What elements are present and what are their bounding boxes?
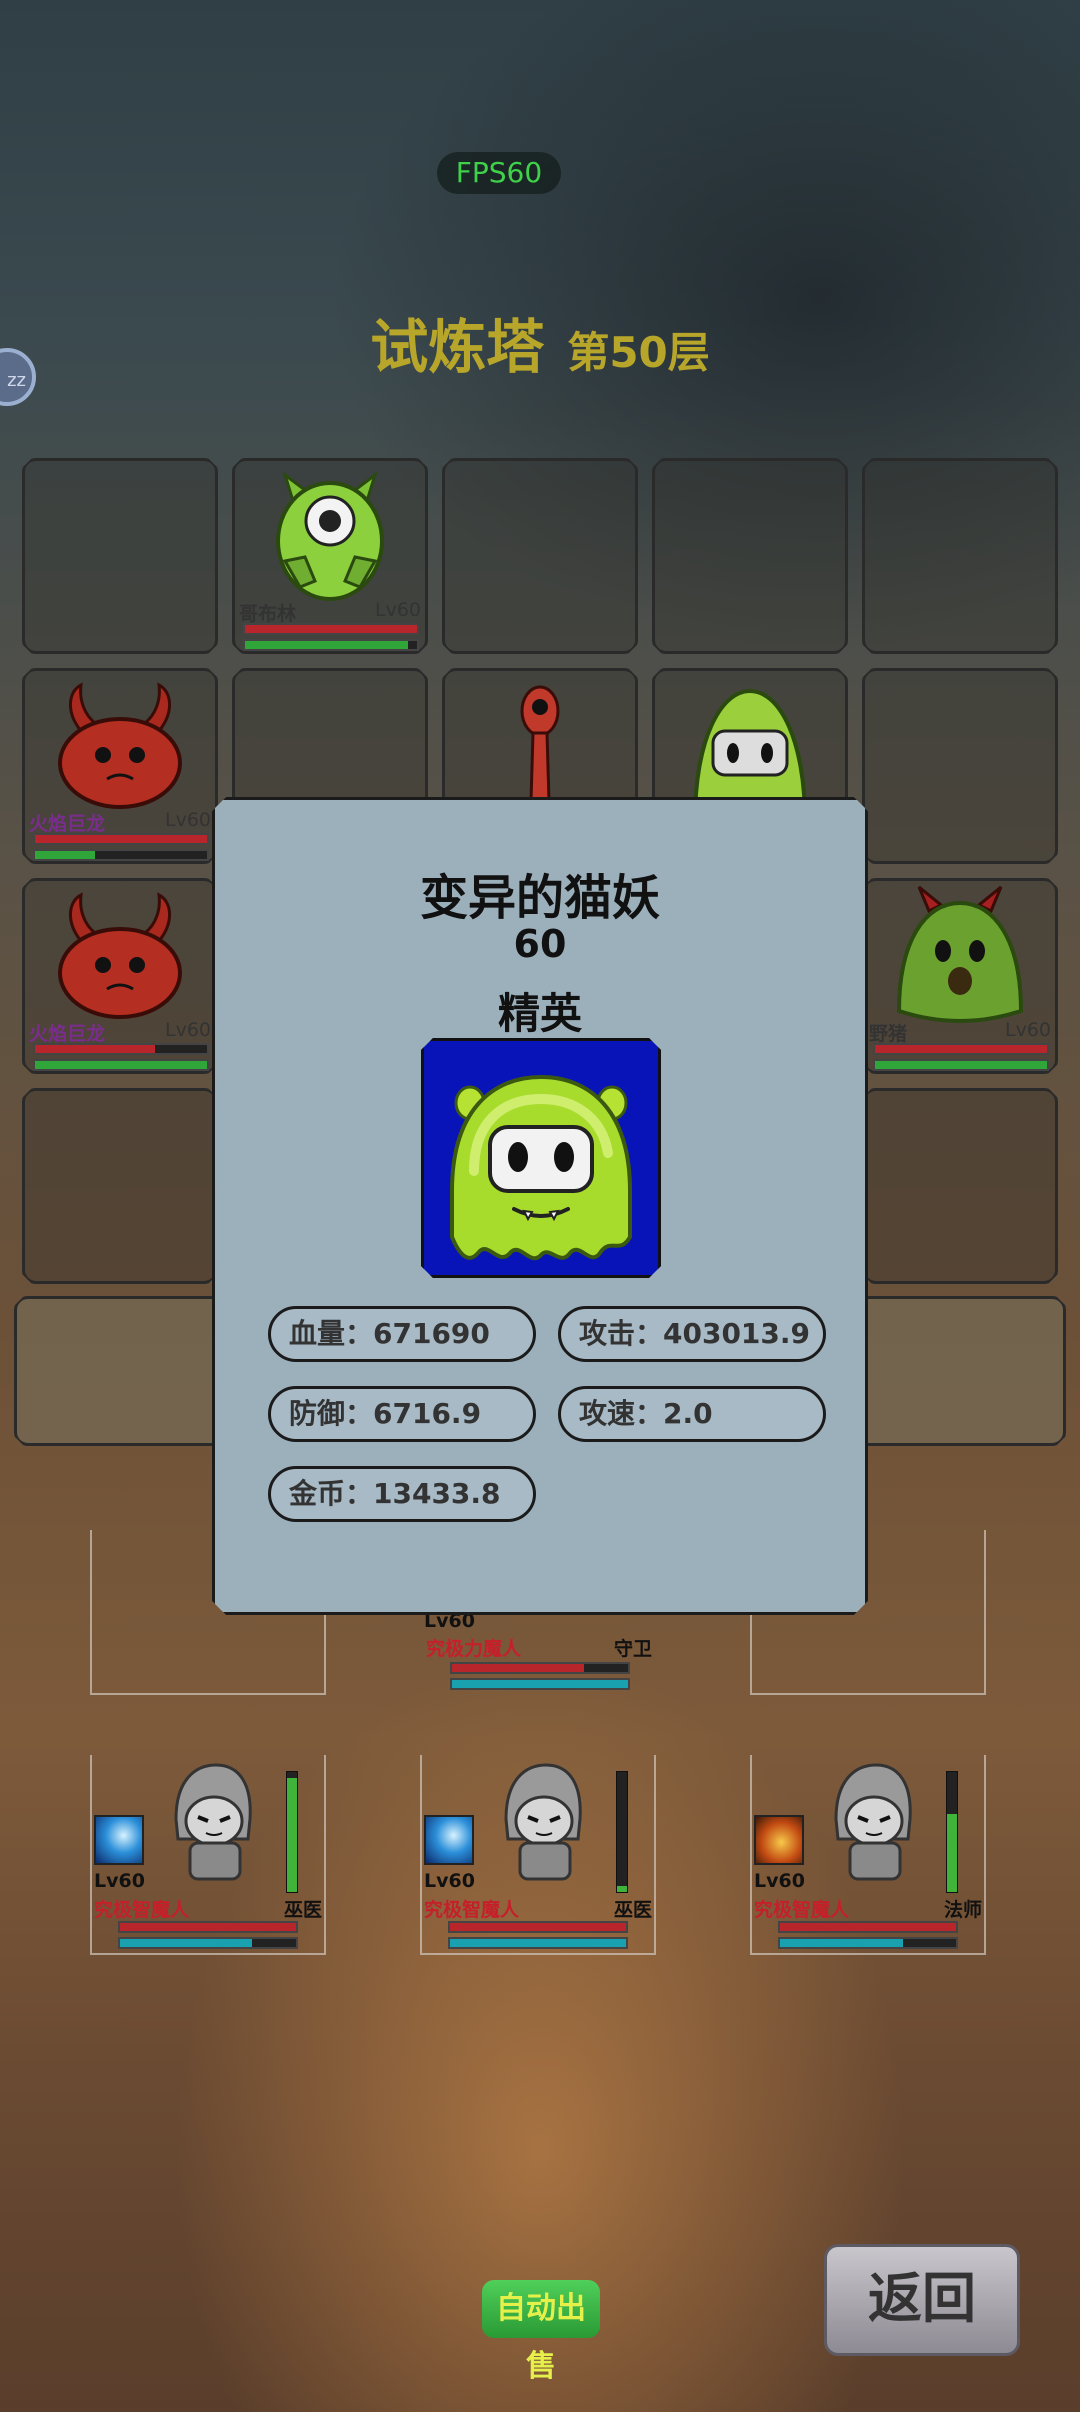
slime-monster-icon <box>424 1041 658 1275</box>
auto-sell-button[interactable]: 自动出售 <box>482 2280 600 2384</box>
hero-sprite-icon <box>816 1759 926 1893</box>
monster-name-label: 野猪 <box>869 1023 908 1045</box>
monster-energy-bar <box>33 849 209 861</box>
monster-energy-bar <box>243 639 419 651</box>
monster-sprite-icon <box>885 881 1035 1035</box>
hero-hp-bar <box>778 1921 958 1933</box>
monster-energy-bar <box>33 1059 209 1071</box>
monster-name-label: 火焰巨龙 <box>29 813 106 835</box>
monster-energy-bar <box>873 1059 1049 1071</box>
floor-label: 第50层 <box>567 328 710 377</box>
hero-sprite-icon <box>156 1759 266 1893</box>
monster-hp-bar <box>873 1043 1049 1055</box>
monster-level-label: Lv60 <box>164 809 211 831</box>
hero-energy-bar <box>286 1771 298 1893</box>
hero-energy-bar <box>946 1771 958 1893</box>
monster-hp-bar <box>33 1043 209 1055</box>
grid-cell[interactable] <box>862 1088 1058 1284</box>
monster-level-label: Lv60 <box>164 1019 211 1041</box>
hero-name: 究极力魔人 <box>426 1638 522 1660</box>
fps-counter: FPS60 <box>437 152 561 194</box>
hero-hp-bar <box>118 1921 298 1933</box>
hero-level: Lv60 <box>754 1870 805 1892</box>
monster-sprite-icon <box>45 671 195 825</box>
grid-cell[interactable]: 哥布林 Lv60 <box>232 458 428 654</box>
monster-info-popup[interactable]: 变异的猫妖 60 精英 血量：671690 攻击：403013.9 防御：671… <box>212 797 868 1615</box>
stat-attack: 攻击：403013.9 <box>558 1306 826 1362</box>
hero-hp-bar <box>450 1662 630 1674</box>
hero-role: 法师 <box>944 1899 983 1921</box>
monster-level-label: Lv60 <box>374 599 421 621</box>
monster-rank: 精英 <box>497 989 582 1038</box>
grid-cell[interactable] <box>862 458 1058 654</box>
grid-cell[interactable]: 火焰巨龙 Lv60 <box>22 668 218 864</box>
hero-role: 守卫 <box>614 1638 653 1660</box>
monster-portrait <box>421 1038 661 1278</box>
back-button[interactable]: 返回 <box>824 2244 1020 2356</box>
monster-name-label: 哥布林 <box>239 603 297 625</box>
hero-level: Lv60 <box>424 1870 475 1892</box>
hero-name: 究极智魔人 <box>754 1899 850 1921</box>
grid-cell[interactable]: 野猪 Lv60 <box>862 878 1058 1074</box>
grid-cell[interactable] <box>862 668 1058 864</box>
stat-defense: 防御：6716.9 <box>268 1386 536 1442</box>
hero-role: 巫医 <box>614 1899 653 1921</box>
monster-sprite-icon <box>255 461 405 615</box>
hero-card[interactable]: Lv60 究极智魔人 巫医 <box>420 1755 660 1955</box>
hero-name: 究极智魔人 <box>424 1899 520 1921</box>
fire-skill-icon[interactable] <box>754 1815 804 1865</box>
hero-role: 巫医 <box>284 1899 323 1921</box>
hero-name: 究极智魔人 <box>94 1899 190 1921</box>
hero-card[interactable]: Lv60 究极智魔人 巫医 <box>90 1755 330 1955</box>
stat-attack-speed: 攻速：2.0 <box>558 1386 826 1442</box>
monster-name: 变异的猫妖 <box>419 870 660 926</box>
stat-hp: 血量：671690 <box>268 1306 536 1362</box>
hero-mana-bar <box>778 1937 958 1949</box>
monster-sprite-icon <box>45 881 195 1035</box>
hero-sprite-icon <box>486 1759 596 1893</box>
hero-mana-bar <box>118 1937 298 1949</box>
grid-cell[interactable] <box>652 458 848 654</box>
hero-mana-bar <box>448 1937 628 1949</box>
hero-hp-bar <box>448 1921 628 1933</box>
monster-hp-bar <box>33 833 209 845</box>
monster-hp-bar <box>243 623 419 635</box>
stat-gold: 金币：13433.8 <box>268 1466 536 1522</box>
hero-mana-bar <box>450 1678 630 1690</box>
ice-skill-icon[interactable] <box>94 1815 144 1865</box>
hero-level: Lv60 <box>94 1870 145 1892</box>
grid-cell[interactable]: 火焰巨龙 Lv60 <box>22 878 218 1074</box>
hero-energy-bar <box>616 1771 628 1893</box>
grid-cell[interactable] <box>22 1088 218 1284</box>
monster-level-label: Lv60 <box>1004 1019 1051 1041</box>
page-title: 试炼塔 第50层 <box>0 300 1080 384</box>
tower-name: 试炼塔 <box>370 313 545 381</box>
hero-card[interactable]: Lv60 究极智魔人 法师 <box>750 1755 990 1955</box>
grid-cell[interactable] <box>22 458 218 654</box>
monster-name-label: 火焰巨龙 <box>29 1023 106 1045</box>
monster-level: 60 <box>513 922 567 966</box>
grid-cell[interactable] <box>442 458 638 654</box>
ice-skill-icon[interactable] <box>424 1815 474 1865</box>
